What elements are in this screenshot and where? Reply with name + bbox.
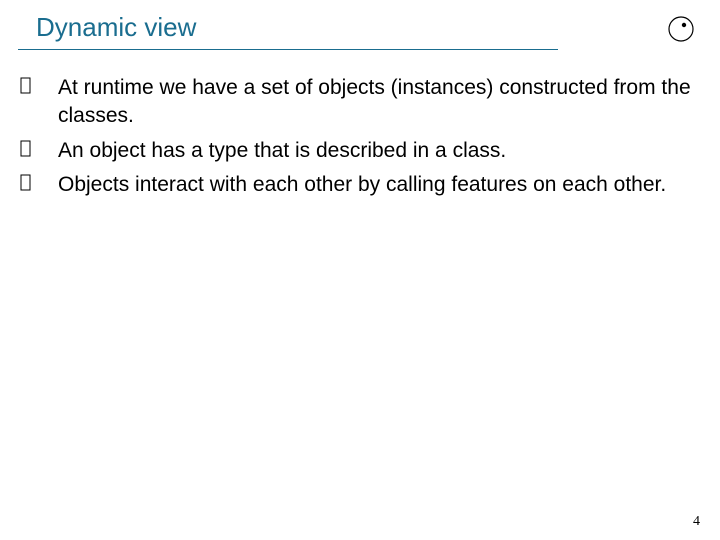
bullet-text: At runtime we have a set of objects (ins… (58, 74, 702, 131)
list-item: Objects interact with each other by call… (18, 171, 702, 199)
bullet-icon (20, 77, 38, 95)
eiffel-logo-icon (666, 14, 696, 49)
page-number: 4 (693, 514, 700, 530)
slide-title: Dynamic view (18, 0, 558, 50)
bullet-text: Objects interact with each other by call… (58, 171, 702, 199)
list-item: An object has a type that is described i… (18, 137, 702, 165)
list-item: At runtime we have a set of objects (ins… (18, 74, 702, 131)
bullet-icon (20, 174, 38, 192)
bullet-text: An object has a type that is described i… (58, 137, 702, 165)
bullet-list: At runtime we have a set of objects (ins… (18, 74, 702, 199)
bullet-icon (20, 140, 38, 158)
